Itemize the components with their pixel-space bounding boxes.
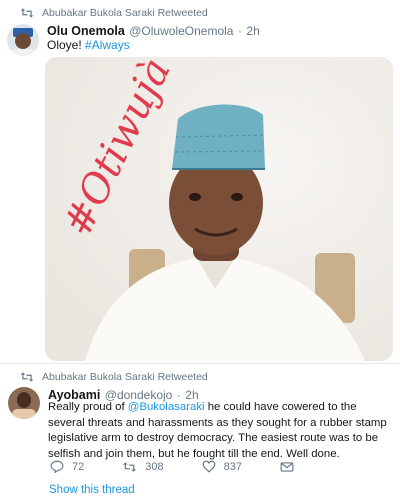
avatar[interactable]: [7, 24, 39, 56]
retweet-button[interactable]: 308: [122, 460, 164, 473]
avatar-image: [7, 24, 39, 56]
heart-icon: [202, 460, 216, 473]
tweet-text: Really proud of @Bukolasaraki he could h…: [48, 400, 393, 462]
tweet-1[interactable]: Abubakar Bukola Saraki Retweeted Olu One…: [0, 0, 400, 361]
retweet-context: Abubakar Bukola Saraki Retweeted: [20, 7, 208, 19]
reply-icon: [50, 460, 64, 473]
tweet-text: Oloye! #Always: [47, 37, 130, 54]
reply-button[interactable]: 72: [50, 460, 84, 473]
retweet-icon: [20, 372, 34, 382]
reply-count: 72: [72, 460, 85, 473]
media-photo: #Otiwujà: [45, 57, 393, 361]
separator: ·: [237, 24, 242, 38]
like-button[interactable]: 837: [202, 460, 242, 473]
retweet-icon: [123, 461, 137, 472]
tweet-2[interactable]: Abubakar Bukola Saraki Retweeted Ayobami…: [0, 363, 400, 502]
tweet-text-start: Really proud of: [48, 401, 128, 413]
mention-link[interactable]: @Bukolasaraki: [128, 401, 205, 413]
direct-message-button[interactable]: [280, 461, 302, 473]
retweet-icon: [20, 8, 34, 18]
envelope-icon: [280, 461, 294, 472]
timestamp[interactable]: 2h: [246, 24, 259, 38]
show-thread-link[interactable]: Show this thread: [49, 484, 135, 496]
retweet-label[interactable]: Abubakar Bukola Saraki Retweeted: [42, 371, 208, 383]
like-count: 837: [223, 460, 242, 473]
avatar[interactable]: [8, 387, 40, 419]
tweet-text-prefix: Oloye!: [47, 38, 86, 52]
retweet-label[interactable]: Abubakar Bukola Saraki Retweeted: [42, 7, 208, 19]
tweet-media-image[interactable]: #Otiwujà: [45, 57, 393, 361]
retweet-context: Abubakar Bukola Saraki Retweeted: [20, 371, 208, 383]
author-handle[interactable]: @OluwoleOnemola: [129, 24, 233, 38]
tweet-actions: 72 308 837: [50, 460, 340, 473]
avatar-image: [8, 387, 40, 419]
retweet-count: 308: [145, 460, 164, 473]
author-name[interactable]: Olu Onemola: [47, 24, 125, 38]
hashtag-link[interactable]: #Always: [85, 38, 130, 52]
